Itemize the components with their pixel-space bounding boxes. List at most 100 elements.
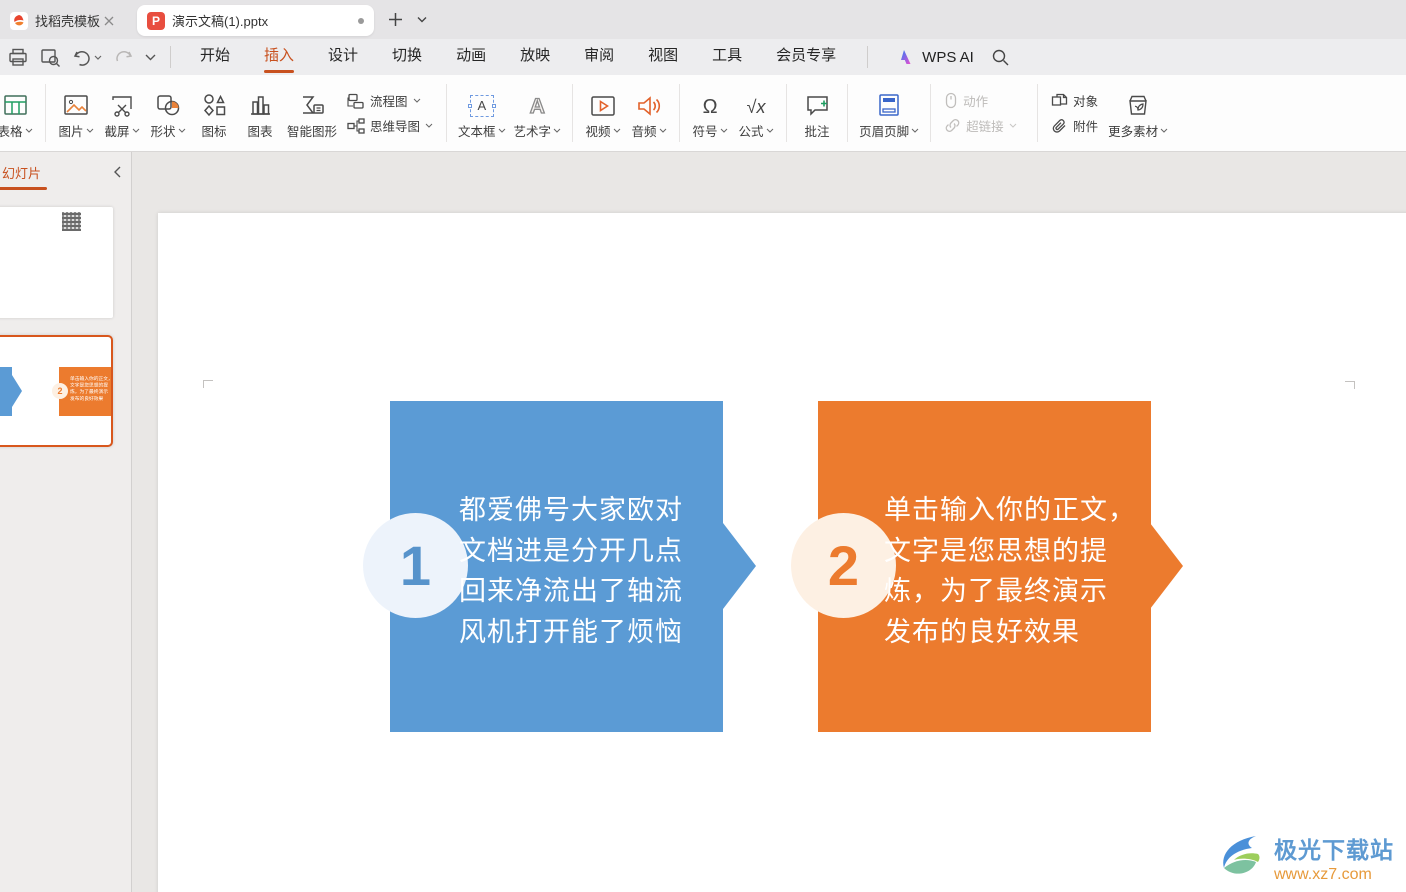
divider (867, 46, 869, 68)
thumbnail-step1-shape (0, 367, 12, 416)
wordart-button[interactable]: A 艺术字 (510, 81, 566, 145)
chevron-down-icon (553, 128, 561, 133)
menu-review[interactable]: 审阅 (567, 39, 631, 75)
table-icon (3, 87, 28, 117)
chevron-down-icon (178, 128, 185, 133)
step2-text[interactable]: 单击输入你的正文， 文字是您思想的提 炼，为了最终演示 发布的良好效果 (884, 490, 1136, 652)
icons-label: 图标 (201, 124, 227, 139)
screenshot-label: 截屏 (104, 124, 130, 139)
hyperlink-button[interactable]: 超链接 (944, 116, 1024, 135)
flowchart-label: 流程图 (370, 95, 408, 109)
thumbnail-step2-text: 单击输入你的正文， 文字是您思想的提 炼，为了最终演示 发布的良好效果 (70, 376, 113, 402)
divider (930, 84, 932, 142)
shapes-label: 形状 (150, 124, 176, 139)
header-footer-icon (878, 87, 900, 117)
symbol-button[interactable]: Ω 符号 (687, 81, 733, 145)
action-icon (945, 92, 957, 109)
slide-thumbnail-1[interactable] (0, 207, 113, 318)
chevron-down-icon (659, 128, 666, 133)
wps-ai-button[interactable]: WPS AI (896, 49, 974, 66)
ribbon-toolbar: 表格 图片 截屏 形状 图标 图表 智能图形 流程图 思维导图 A 文本框 A … (0, 75, 1406, 152)
step1-text[interactable]: 都爱佛号大家欧对 文档进是分开几点 回来净流出了轴流 风机打开能了烦恼 (459, 490, 683, 652)
object-icon (1051, 93, 1068, 106)
menu-bar: 开始 插入 设计 切换 动画 放映 审阅 视图 工具 会员专享 WPS AI (0, 39, 1406, 75)
attachment-button[interactable]: 附件 (1051, 116, 1098, 135)
icons-button[interactable]: 图标 (191, 81, 237, 145)
flowchart-button[interactable]: 流程图 (347, 91, 433, 110)
more-commands-chevron-icon[interactable] (145, 54, 156, 61)
thumbnail-step2-number: 2 (52, 383, 68, 399)
more-assets-label: 更多素材 (1108, 124, 1159, 139)
divider (786, 84, 788, 142)
smart-graphic-label: 智能图形 (287, 124, 338, 139)
undo-dropdown-chevron-icon[interactable] (94, 55, 102, 60)
site-logo-icon (1223, 835, 1260, 874)
screenshot-button[interactable]: 截屏 (99, 81, 145, 145)
search-icon[interactable] (992, 49, 1009, 66)
menu-view[interactable]: 视图 (631, 39, 695, 75)
chevron-down-icon (1009, 123, 1016, 128)
print-button[interactable] (8, 48, 28, 67)
mindmap-button[interactable]: 思维导图 (347, 116, 433, 135)
object-label: 对象 (1073, 95, 1099, 109)
comment-button[interactable]: 批注 (794, 81, 840, 145)
formula-label: 公式 (738, 124, 764, 139)
video-button[interactable]: 视频 (580, 81, 626, 145)
chevron-down-icon (132, 128, 139, 133)
undo-button[interactable] (73, 49, 102, 66)
menu-transition[interactable]: 切换 (375, 39, 439, 75)
menu-insert[interactable]: 插入 (247, 39, 311, 75)
slide-thumbnail-2[interactable]: 2 单击输入你的正文， 文字是您思想的提 炼，为了最终演示 发布的良好效果 (0, 335, 113, 447)
collapse-panel-icon[interactable] (113, 166, 121, 178)
menu-slideshow[interactable]: 放映 (503, 39, 567, 75)
formula-icon: √x (746, 96, 766, 117)
smart-graphic-button[interactable]: 智能图形 (283, 81, 341, 145)
new-tab-button[interactable] (388, 12, 403, 27)
tab-presentation-file[interactable]: P 演示文稿(1).pptx (137, 5, 374, 36)
menu-member[interactable]: 会员专享 (759, 39, 853, 75)
textbox-label: 文本框 (458, 124, 496, 139)
wordart-label: 艺术字 (513, 124, 552, 139)
wpp-file-icon: P (147, 11, 165, 30)
audio-label: 音频 (631, 124, 657, 139)
tab-list-chevron-icon[interactable] (417, 16, 427, 23)
menu-animation[interactable]: 动画 (439, 39, 503, 75)
textbox-button[interactable]: A 文本框 (454, 81, 510, 145)
quick-access-toolbar (8, 48, 156, 67)
header-footer-label: 页眉页脚 (859, 124, 910, 139)
picture-button[interactable]: 图片 (53, 81, 99, 145)
print-preview-button[interactable] (40, 48, 61, 67)
docer-logo-icon (10, 11, 28, 30)
attachment-label: 附件 (1073, 120, 1099, 134)
tab-docer-template[interactable]: 找稻壳模板 (0, 5, 130, 36)
hyperlink-icon (945, 119, 960, 132)
qr-code-image (62, 212, 81, 231)
shapes-button[interactable]: 形状 (145, 81, 191, 145)
more-assets-button[interactable]: 更多素材 (1104, 81, 1172, 145)
slide-page[interactable] (158, 213, 1406, 892)
slides-panel-title: 幻灯片 (0, 163, 48, 190)
wordart-icon: A (529, 94, 545, 118)
step1-arrow (723, 523, 756, 609)
action-button[interactable]: 动作 (944, 91, 1024, 110)
picture-label: 图片 (58, 124, 84, 139)
chevron-down-icon (86, 128, 93, 133)
object-button[interactable]: 对象 (1051, 91, 1098, 110)
header-footer-button[interactable]: 页眉页脚 (855, 81, 923, 145)
menu-design[interactable]: 设计 (311, 39, 375, 75)
chart-button[interactable]: 图表 (237, 81, 283, 145)
audio-button[interactable]: 音频 (626, 81, 672, 145)
table-button[interactable]: 表格 (0, 81, 38, 145)
site-watermark: 极光下载站 www.xz7.com (1212, 831, 1394, 884)
chevron-down-icon (720, 128, 727, 133)
menu-tools[interactable]: 工具 (695, 39, 759, 75)
table-label: 表格 (0, 124, 23, 139)
redo-button[interactable] (114, 49, 133, 66)
formula-button[interactable]: √x 公式 (733, 81, 779, 145)
chevron-down-icon (613, 128, 620, 133)
close-tab-icon[interactable] (104, 16, 120, 26)
smart-graphic-icon (299, 87, 326, 117)
tab-label: 找稻壳模板 (35, 14, 101, 29)
menu-home[interactable]: 开始 (183, 39, 247, 75)
symbol-icon: Ω (702, 95, 718, 118)
